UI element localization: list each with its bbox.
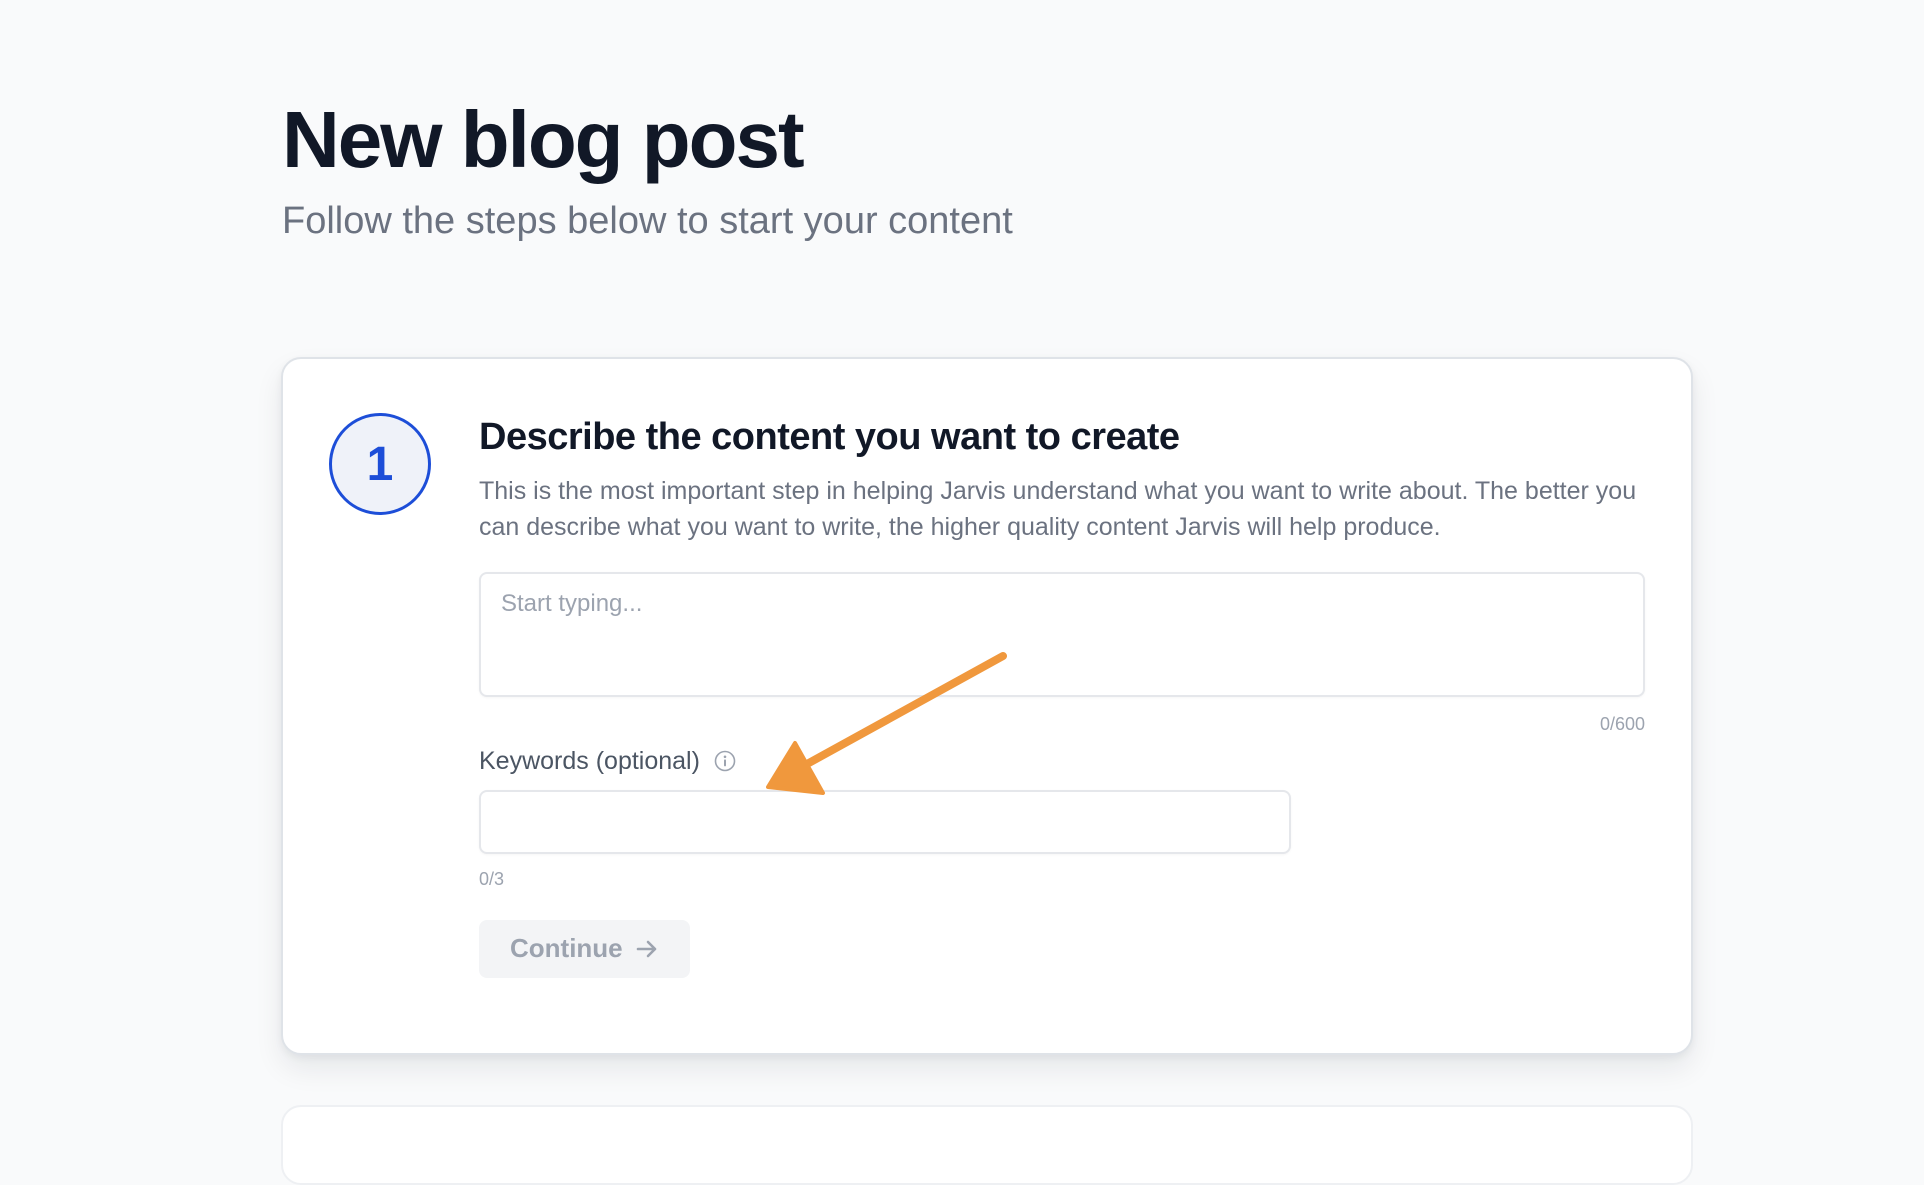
content-description-textarea[interactable] bbox=[479, 571, 1645, 697]
keywords-input[interactable] bbox=[479, 789, 1291, 854]
step-number-badge: 1 bbox=[329, 413, 431, 515]
keywords-label: Keywords (optional) bbox=[479, 746, 700, 775]
step-title: Describe the content you want to create bbox=[479, 416, 1180, 458]
step-2-card bbox=[281, 1105, 1693, 1185]
continue-button-label: Continue bbox=[510, 933, 623, 964]
page-title: New blog post bbox=[282, 95, 805, 184]
continue-button[interactable]: Continue bbox=[479, 919, 690, 978]
step-1-card: 1 Describe the content you want to creat… bbox=[281, 357, 1693, 1055]
info-icon[interactable] bbox=[714, 750, 736, 772]
description-char-count: 0/600 bbox=[1599, 713, 1645, 734]
page-subtitle: Follow the steps below to start your con… bbox=[282, 200, 1013, 242]
page-header: New blog post Follow the steps below to … bbox=[282, 95, 1013, 242]
keywords-label-row: Keywords (optional) bbox=[479, 747, 1645, 776]
step-description: This is the most important step in helpi… bbox=[479, 476, 1637, 541]
keywords-count: 0/3 bbox=[479, 868, 505, 889]
step-content: Describe the content you want to create … bbox=[479, 416, 1645, 978]
arrow-right-icon bbox=[635, 937, 659, 961]
